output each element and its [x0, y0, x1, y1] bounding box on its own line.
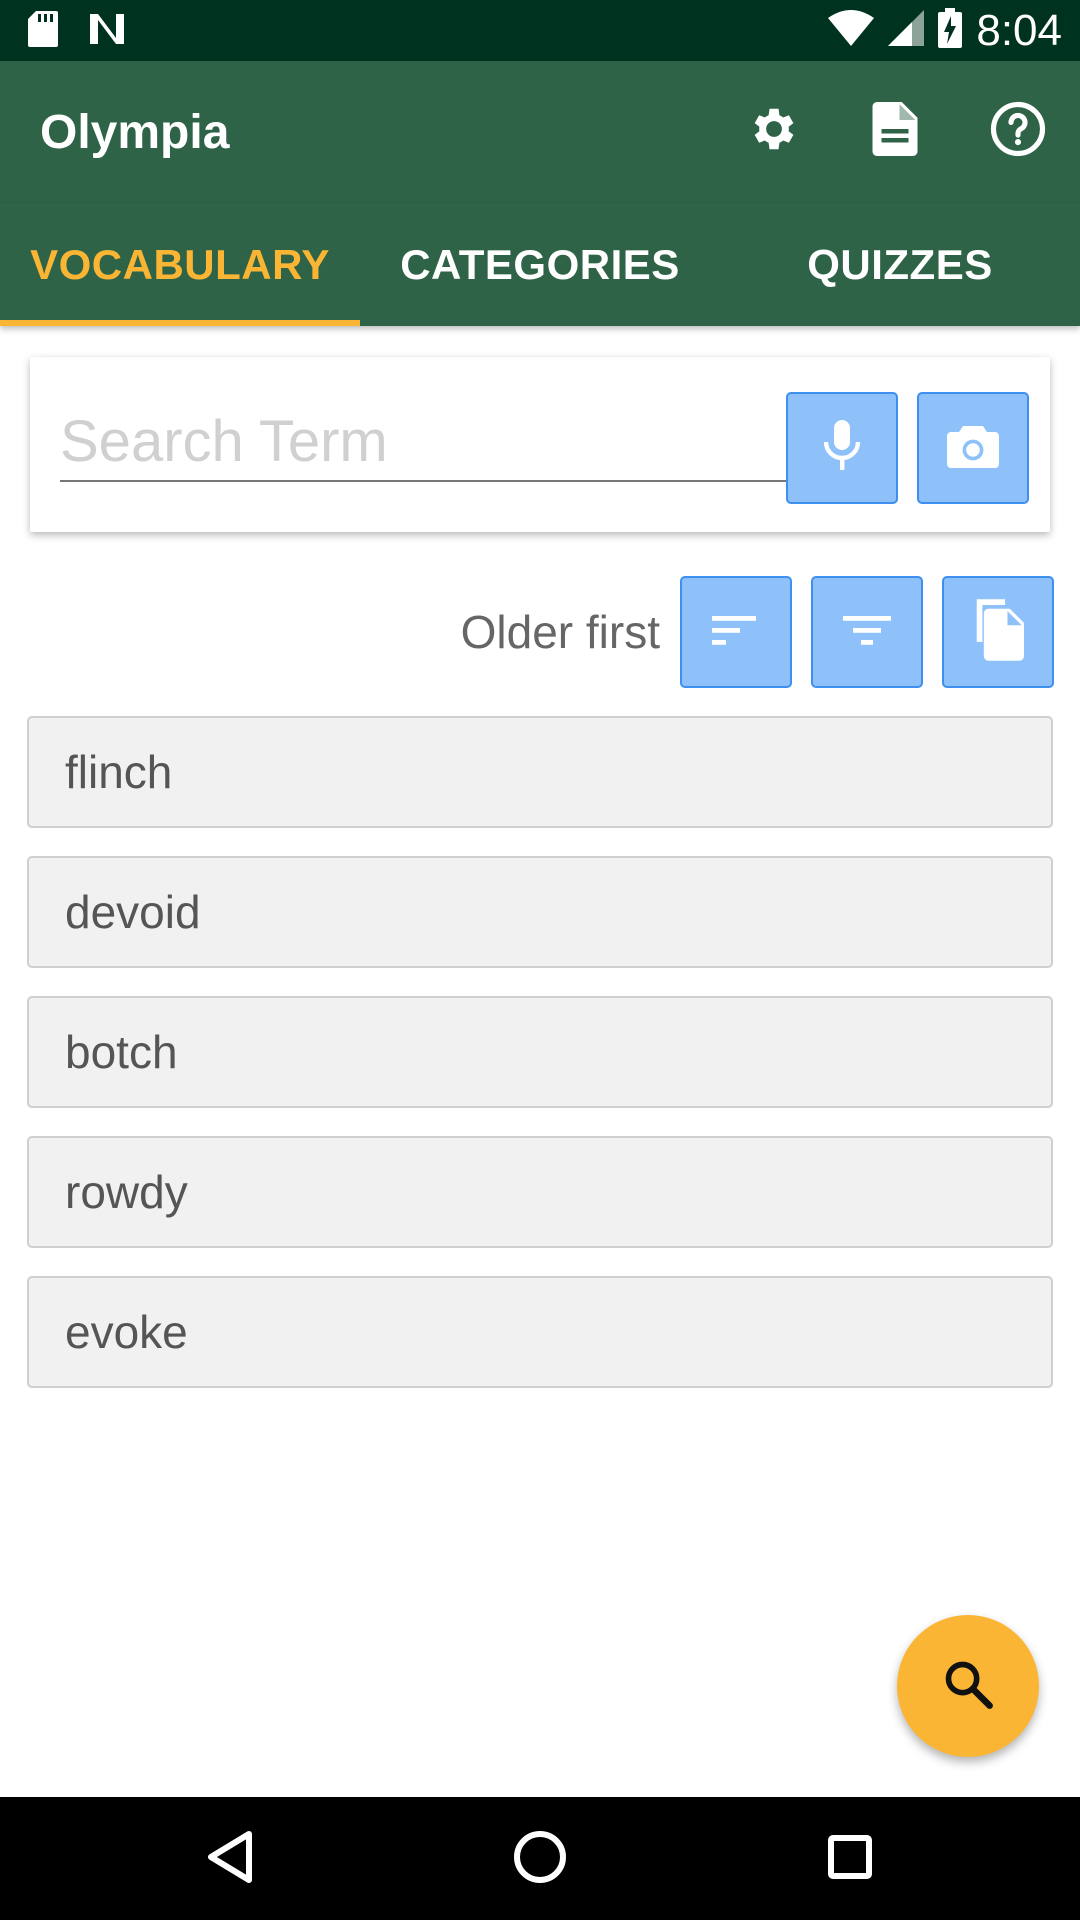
- settings-button[interactable]: [740, 99, 804, 163]
- navigation-bar: [0, 1797, 1080, 1920]
- recents-button[interactable]: [818, 1827, 882, 1891]
- search-input[interactable]: [60, 402, 795, 482]
- settings-icon: [745, 102, 799, 161]
- app-bar: Olympia: [0, 61, 1080, 204]
- app-title: Olympia: [40, 106, 230, 159]
- home-button[interactable]: [508, 1827, 572, 1891]
- status-time: 8:04: [976, 5, 1062, 55]
- copy-button[interactable]: [942, 576, 1054, 688]
- tab-vocabulary[interactable]: VOCABULARY: [0, 204, 360, 326]
- list-item[interactable]: devoid: [27, 856, 1053, 968]
- list-item[interactable]: evoke: [27, 1276, 1053, 1388]
- back-icon: [205, 1830, 255, 1889]
- copy-icon: [972, 598, 1024, 666]
- document-icon: [871, 101, 919, 161]
- list-item[interactable]: flinch: [27, 716, 1053, 828]
- list-item[interactable]: rowdy: [27, 1136, 1053, 1248]
- home-icon: [513, 1830, 567, 1889]
- tab-bar: VOCABULARY CATEGORIES QUIZZES: [0, 204, 1080, 326]
- mic-icon: [822, 419, 862, 477]
- n-notification-icon: [88, 12, 126, 51]
- status-bar: 8:04: [0, 0, 1080, 61]
- help-button[interactable]: [986, 99, 1050, 163]
- camera-icon: [945, 422, 1001, 475]
- tab-quizzes[interactable]: QUIZZES: [720, 204, 1080, 326]
- sort-icon: [712, 612, 760, 653]
- back-button[interactable]: [198, 1827, 262, 1891]
- help-icon: [990, 101, 1046, 162]
- tab-categories[interactable]: CATEGORIES: [360, 204, 720, 326]
- search-fab-button[interactable]: [897, 1615, 1039, 1757]
- sd-card-icon: [28, 10, 58, 52]
- signal-icon: [888, 10, 925, 51]
- voice-search-button[interactable]: [786, 392, 898, 504]
- battery-charging-icon: [938, 8, 963, 53]
- camera-search-button[interactable]: [917, 392, 1029, 504]
- document-button[interactable]: [863, 99, 927, 163]
- search-icon: [942, 1658, 994, 1715]
- list-item[interactable]: botch: [27, 996, 1053, 1108]
- recents-icon: [827, 1834, 873, 1885]
- search-card: [30, 357, 1050, 532]
- sort-button[interactable]: [680, 576, 792, 688]
- sort-order-label: Older first: [460, 606, 660, 658]
- filter-button[interactable]: [811, 576, 923, 688]
- wifi-icon: [828, 10, 875, 51]
- tab-indicator: [0, 320, 360, 326]
- filter-icon: [843, 612, 891, 653]
